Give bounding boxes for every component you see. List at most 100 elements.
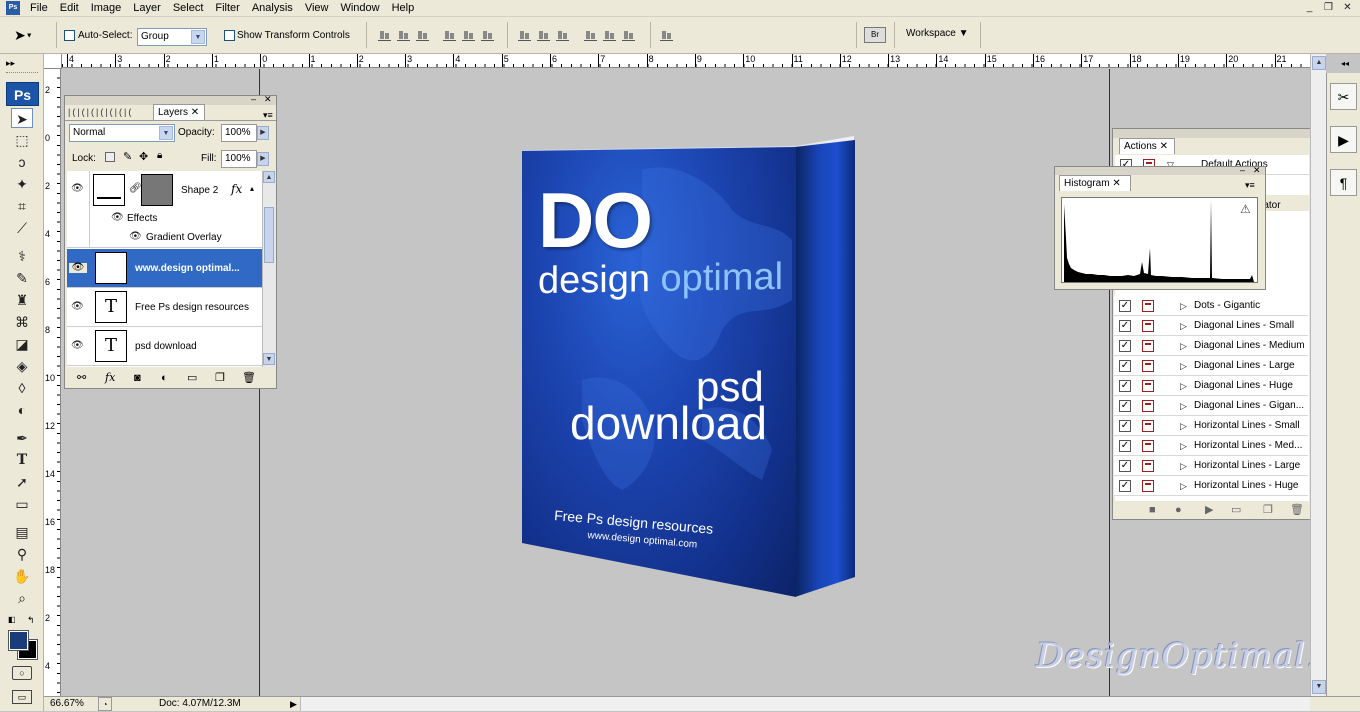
dialog-toggle-icon[interactable]	[1142, 420, 1154, 432]
lock-image-icon[interactable]: ✎	[123, 150, 132, 163]
canvas-vertical-scrollbar[interactable]: ▲ ▼	[1310, 54, 1326, 696]
dialog-toggle-icon[interactable]	[1142, 440, 1154, 452]
zoom-tool-icon[interactable]: ⌕	[11, 588, 33, 608]
checkbox-icon[interactable]: ✓	[1119, 400, 1131, 412]
expand-icon[interactable]: ▷	[1180, 360, 1187, 372]
default-colors-icon[interactable]: ◧	[8, 615, 16, 624]
dialog-toggle-icon[interactable]	[1142, 340, 1154, 352]
align-left-icon[interactable]	[443, 29, 456, 41]
action-row[interactable]: ✓ ▷ Horizontal Lines - Small	[1114, 416, 1308, 436]
move-tool-icon[interactable]: ➤	[11, 108, 33, 128]
menu-help[interactable]: Help	[386, 0, 421, 16]
dock-expand-icon[interactable]: ◂◂	[1341, 59, 1349, 68]
scroll-down-icon[interactable]: ▼	[263, 353, 275, 365]
quick-mask-icon[interactable]: ○	[12, 666, 32, 680]
type-tool-icon[interactable]: T	[11, 450, 33, 470]
menu-edit[interactable]: Edit	[54, 0, 85, 16]
checkbox-icon[interactable]: ✓	[1119, 440, 1131, 452]
distribute-left-icon[interactable]	[584, 29, 597, 41]
lock-all-icon[interactable]: 🔒︎	[157, 150, 162, 161]
dialog-toggle-icon[interactable]	[1142, 320, 1154, 332]
checkbox-icon[interactable]: ✓	[1119, 340, 1131, 352]
new-group-icon[interactable]: ▭	[187, 369, 197, 387]
restore-button[interactable]: ❐	[1320, 1, 1337, 15]
play-icon[interactable]: ▶	[1205, 502, 1213, 518]
checkbox-icon[interactable]: ✓	[1119, 420, 1131, 432]
distribute-vcenter-icon[interactable]	[537, 29, 550, 41]
panel-close-icon[interactable]: ✕	[1253, 165, 1261, 176]
align-top-icon[interactable]	[378, 29, 391, 41]
adjustment-layer-icon[interactable]: ◐	[161, 369, 168, 387]
visibility-eye-icon[interactable]: 👁︎	[71, 302, 85, 312]
align-hcenter-icon[interactable]	[462, 29, 475, 41]
fill-slider-arrow[interactable]: ▶	[257, 152, 269, 166]
new-layer-icon[interactable]: ❐	[215, 369, 225, 387]
action-row[interactable]: ✓ ▷ Horizontal Lines - Large	[1114, 456, 1308, 476]
scroll-down-icon[interactable]: ▼	[1312, 680, 1326, 694]
panel-minimize-icon[interactable]: –	[251, 94, 256, 104]
action-row[interactable]: ✓ ▷ Diagonal Lines - Gigan...	[1114, 396, 1308, 416]
opacity-slider-arrow[interactable]: ▶	[257, 126, 269, 140]
tab-actions[interactable]: Actions ✕	[1119, 138, 1175, 154]
distribute-hcenter-icon[interactable]	[603, 29, 616, 41]
panel-minimize-icon[interactable]: –	[1240, 165, 1245, 175]
layer-row-shape2[interactable]: 👁︎ 🔗︎ Shape 2 fx ▴ 👁︎ Effects 👁︎ Gradien…	[67, 171, 263, 248]
action-row[interactable]: ✓ ▷ Diagonal Lines - Small	[1114, 316, 1308, 336]
minimize-button[interactable]: _	[1301, 1, 1318, 15]
checkbox-icon[interactable]: ✓	[1119, 480, 1131, 492]
expand-icon[interactable]: ▷	[1180, 420, 1187, 432]
workspace-menu[interactable]: Workspace ▼	[906, 28, 969, 40]
align-right-icon[interactable]	[481, 29, 494, 41]
dodge-tool-icon[interactable]: ◐	[11, 400, 33, 420]
magic-wand-icon[interactable]: ✦	[11, 174, 33, 194]
visibility-eye-icon[interactable]: 👁︎	[71, 184, 85, 194]
foreground-color-swatch[interactable]	[8, 630, 29, 651]
bridge-icon[interactable]: Br	[864, 27, 886, 43]
dialog-toggle-icon[interactable]	[1142, 400, 1154, 412]
tab-histogram[interactable]: Histogram ✕	[1059, 175, 1131, 191]
actions-dock-icon[interactable]: ▶	[1330, 126, 1357, 153]
action-row[interactable]: ✓ ▷ Diagonal Lines - Huge	[1114, 376, 1308, 396]
screen-mode-icon[interactable]: ▭	[12, 690, 32, 704]
menu-window[interactable]: Window	[334, 0, 385, 16]
auto-align-icon[interactable]	[660, 29, 673, 41]
brush-tool-icon[interactable]: ✎	[11, 268, 33, 288]
slice-tool-icon[interactable]: ⟋	[11, 218, 33, 238]
dialog-toggle-icon[interactable]	[1142, 300, 1154, 312]
move-tool-preset-icon[interactable]: ➤▼	[14, 26, 44, 44]
notes-tool-icon[interactable]: ▤	[11, 522, 33, 542]
checkbox-icon[interactable]: ✓	[1119, 360, 1131, 372]
distribute-bottom-icon[interactable]	[556, 29, 569, 41]
eyedropper-icon[interactable]: ⚲	[11, 544, 33, 564]
menu-analysis[interactable]: Analysis	[246, 0, 299, 16]
pen-tool-icon[interactable]: ✒	[11, 428, 33, 448]
dialog-toggle-icon[interactable]	[1142, 480, 1154, 492]
stop-icon[interactable]: ■	[1149, 502, 1156, 518]
shape-tool-icon[interactable]: ▭	[11, 494, 33, 514]
show-transform-checkbox[interactable]	[224, 30, 235, 41]
checkbox-icon[interactable]: ✓	[1119, 380, 1131, 392]
tab-layers[interactable]: Layers ✕	[153, 104, 205, 120]
eraser-tool-icon[interactable]: ◪	[11, 334, 33, 354]
action-row[interactable]: ✓ ▷ Horizontal Lines - Med...	[1114, 436, 1308, 456]
lock-transparent-icon[interactable]	[105, 152, 115, 162]
zoom-level[interactable]: 66.67%	[50, 697, 84, 711]
checkbox-icon[interactable]: ✓	[1119, 320, 1131, 332]
checkbox-icon[interactable]: ✓	[1119, 300, 1131, 312]
record-icon[interactable]: ●	[1175, 502, 1182, 518]
scroll-thumb[interactable]	[264, 207, 274, 263]
tool-presets-icon[interactable]: ✂	[1330, 83, 1357, 110]
menu-view[interactable]: View	[299, 0, 335, 16]
delete-layer-icon[interactable]: 🗑︎	[242, 369, 256, 387]
dialog-toggle-icon[interactable]	[1142, 380, 1154, 392]
hand-tool-icon[interactable]: ✋	[11, 566, 33, 586]
ps-logo[interactable]: Ps	[6, 82, 39, 106]
blur-tool-icon[interactable]: ◊	[11, 378, 33, 398]
add-style-icon[interactable]: fx	[105, 369, 115, 387]
history-brush-icon[interactable]: ⌘	[11, 312, 33, 332]
delete-action-icon[interactable]: 🗑︎	[1290, 502, 1304, 518]
expand-icon[interactable]: ▷	[1180, 340, 1187, 352]
auto-select-checkbox[interactable]	[64, 30, 75, 41]
expand-icon[interactable]: ▷	[1180, 320, 1187, 332]
new-action-icon[interactable]: ❐	[1263, 502, 1273, 518]
